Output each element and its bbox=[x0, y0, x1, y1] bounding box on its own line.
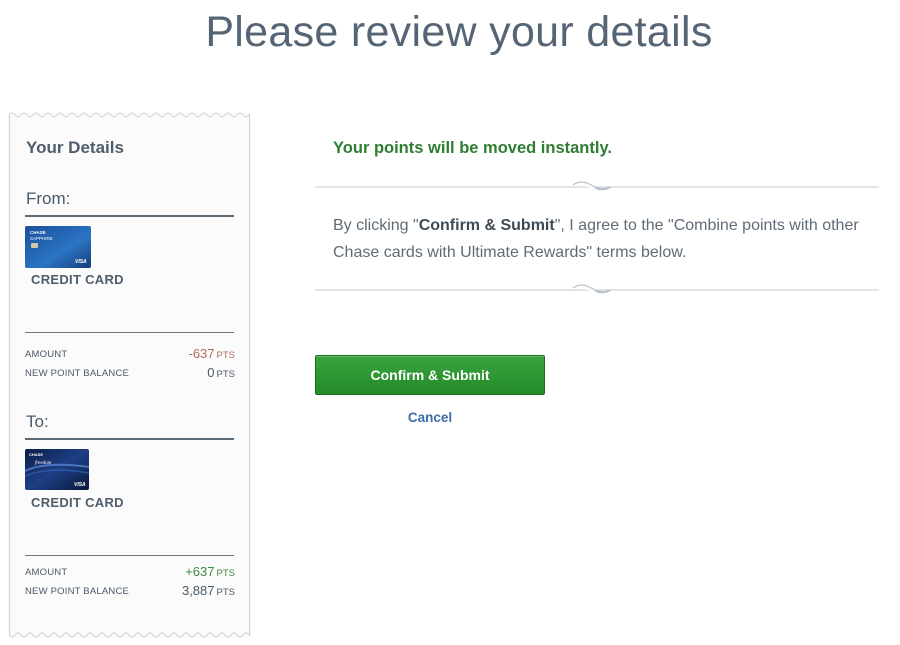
svg-text:freedom: freedom bbox=[35, 461, 52, 466]
from-label: From: bbox=[26, 189, 71, 208]
svg-text:VISA: VISA bbox=[75, 259, 87, 265]
from-amount-unit: PTS bbox=[216, 350, 235, 361]
to-divider bbox=[25, 438, 234, 440]
to-label: To: bbox=[26, 412, 49, 431]
to-card-type: CREDIT CARD bbox=[31, 495, 124, 510]
to-amount-divider bbox=[25, 555, 234, 556]
to-amount-value: +637 PTS bbox=[185, 564, 235, 579]
receipt-bottom-edge bbox=[9, 632, 250, 638]
to-amount-unit: PTS bbox=[216, 568, 235, 579]
from-balance-unit: PTS bbox=[216, 369, 235, 380]
to-balance-label: NEW POINT BALANCE bbox=[25, 586, 130, 597]
to-balance-number: 3,887 bbox=[181, 583, 215, 598]
details-heading: Your Details bbox=[26, 138, 124, 157]
details-panel: Your Details From: CHASE SAPPHIRE VISA C… bbox=[9, 112, 250, 638]
terms-bold: Confirm & Submit bbox=[418, 217, 555, 234]
to-amount-number: +637 bbox=[185, 564, 215, 579]
svg-text:SAPPHIRE: SAPPHIRE bbox=[30, 236, 53, 241]
to-balance-value: 3,887 PTS bbox=[182, 583, 235, 598]
svg-text:CHASE: CHASE bbox=[30, 230, 46, 235]
to-amount-label: AMOUNT bbox=[25, 567, 68, 578]
from-balance-number: 0 bbox=[207, 365, 215, 380]
cancel-link[interactable]: Cancel bbox=[315, 410, 545, 425]
from-balance-label: NEW POINT BALANCE bbox=[25, 368, 130, 379]
from-amount-value: -637 PTS bbox=[188, 346, 235, 361]
receipt-top-edge bbox=[9, 112, 250, 118]
page-title: Please review your details bbox=[205, 8, 713, 56]
chase-freedom-unlimited-card-image: CHASE freedom VISA bbox=[25, 449, 89, 490]
points-moved-message: Your points will be moved instantly. bbox=[333, 139, 613, 157]
ornament-divider-top bbox=[315, 181, 879, 191]
from-balance-value: 0 PTS bbox=[207, 365, 235, 380]
confirm-submit-button[interactable]: Confirm & Submit bbox=[315, 355, 545, 395]
from-card-type: CREDIT CARD bbox=[31, 272, 124, 287]
from-amount-label: AMOUNT bbox=[25, 349, 68, 360]
svg-text:VISA: VISA bbox=[74, 482, 86, 488]
from-divider bbox=[25, 215, 234, 217]
to-balance-unit: PTS bbox=[216, 587, 235, 598]
svg-text:CHASE: CHASE bbox=[29, 452, 43, 457]
from-amount-number: -637 bbox=[188, 346, 215, 361]
terms-prefix: By clicking " bbox=[333, 217, 419, 234]
from-amount-divider bbox=[25, 332, 234, 333]
chase-sapphire-card-image: CHASE SAPPHIRE VISA bbox=[25, 226, 91, 268]
ornament-divider-bottom bbox=[315, 284, 879, 294]
terms-agreement-text: By clicking "Confirm & Submit", I agree … bbox=[333, 212, 863, 266]
